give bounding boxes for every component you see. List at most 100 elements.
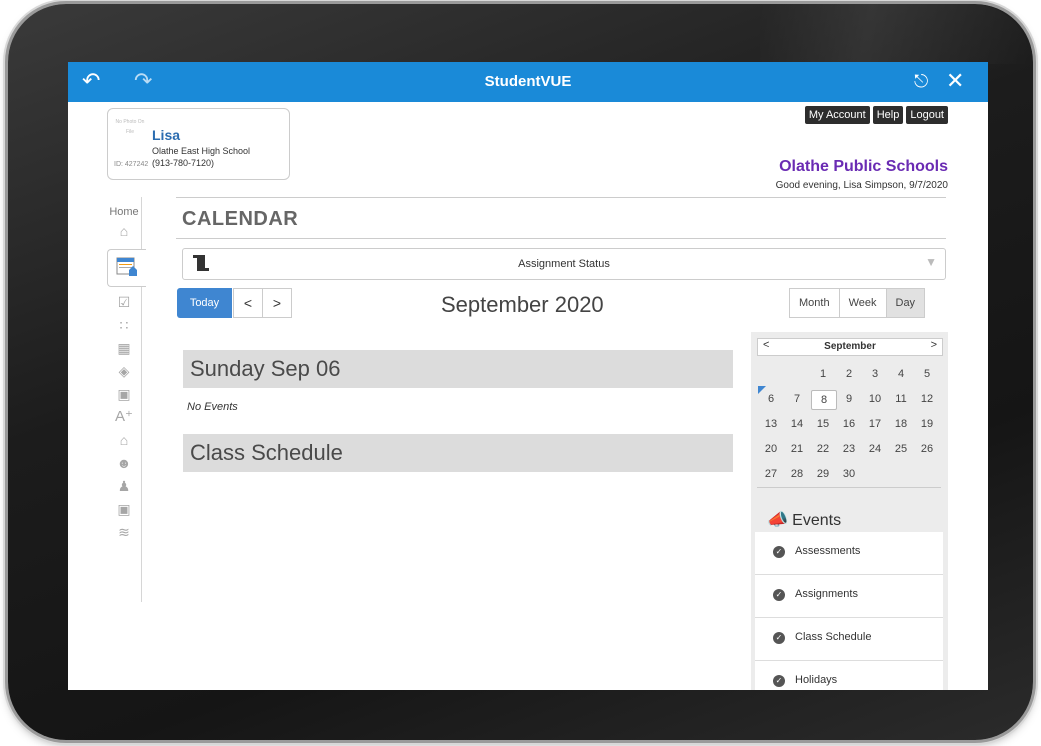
class-schedule-header: Class Schedule	[183, 434, 733, 472]
event-filter-label: Assessments	[795, 545, 861, 557]
lock-icon[interactable]: ▣	[115, 500, 133, 518]
share-icon[interactable]: ⎋	[914, 68, 928, 94]
student-id: ID: 427242	[114, 161, 149, 168]
sidebar-item-calendar[interactable]	[107, 249, 146, 287]
view-switcher: Month Week Day	[789, 288, 926, 318]
assignment-status-label: Assignment Status	[518, 258, 610, 270]
header-divider	[176, 197, 946, 198]
school-name: Olathe East High School	[152, 146, 251, 156]
view-month-button[interactable]: Month	[789, 288, 840, 318]
title-divider	[176, 238, 946, 239]
event-filter-label: Assignments	[795, 588, 858, 600]
view-day-button[interactable]: Day	[885, 288, 926, 318]
contacts-icon[interactable]: ♟	[115, 477, 133, 495]
mini-calendar-day[interactable]: 19	[915, 415, 939, 433]
mini-calendar-grid: 1 2 3 4 5 6 7 8 9 10 11 12 13 14 15 16 17 18 19 20 21 22 23 24 2…	[757, 359, 941, 488]
event-filter-item[interactable]: ✓ Assessments	[755, 532, 943, 575]
mini-calendar-day[interactable]: 1	[811, 365, 835, 383]
selected-day-flag	[758, 386, 766, 394]
mini-calendar-day[interactable]: 23	[837, 440, 861, 458]
app-title: StudentVUE	[484, 73, 572, 90]
help-button[interactable]: Help	[872, 106, 904, 124]
district-name: Olathe Public Schools	[779, 158, 948, 175]
grade-book-icon[interactable]: ▣	[115, 385, 133, 403]
mini-calendar-day[interactable]: 22	[811, 440, 835, 458]
month-title: September 2020	[441, 292, 604, 317]
close-icon[interactable]: ✕	[946, 68, 964, 94]
checklist-icon[interactable]: ☑	[115, 293, 133, 311]
mini-calendar-day[interactable]: 29	[811, 465, 835, 483]
mini-calendar-day[interactable]: 21	[785, 440, 809, 458]
mini-calendar-day[interactable]: 27	[759, 465, 783, 483]
day-heading: Sunday Sep 06	[190, 356, 341, 381]
test-history-icon[interactable]: ≋	[115, 523, 133, 541]
class-schedule-icon[interactable]: ▦	[115, 339, 133, 357]
account-buttons: My Account Help Logout	[804, 106, 948, 124]
mini-calendar-day[interactable]: 4	[889, 365, 913, 383]
mini-calendar-day[interactable]: 26	[915, 440, 939, 458]
check-icon[interactable]: ✓	[773, 632, 785, 644]
day-header: Sunday Sep 06	[183, 350, 733, 388]
event-filter-item[interactable]: ✓ Assignments	[755, 575, 943, 618]
mini-calendar-day[interactable]: 8	[811, 390, 837, 410]
attendance-icon[interactable]: ∷	[115, 316, 133, 334]
assignment-status-bar[interactable]: Assignment Status ▼	[182, 248, 946, 280]
today-button[interactable]: Today	[177, 288, 232, 318]
profile-photo-placeholder: No Photo On File	[115, 119, 145, 135]
mini-calendar-day[interactable]: 2	[837, 365, 861, 383]
right-pane: < September > 1 2 3 4 5 6 7 8 9 10 11 12 13 14 15 16 17 1…	[751, 332, 948, 690]
mini-calendar-day[interactable]: 20	[759, 440, 783, 458]
mini-month-label: September	[824, 341, 876, 352]
mini-calendar-day[interactable]: 12	[915, 390, 939, 408]
profile-card[interactable]: No Photo On File Lisa Olathe East High S…	[107, 108, 290, 180]
mini-calendar-day[interactable]: 15	[811, 415, 835, 433]
check-icon[interactable]: ✓	[773, 675, 785, 687]
events-heading-label: Events	[792, 512, 842, 529]
mini-calendar-day[interactable]: 25	[889, 440, 913, 458]
event-filter-label: Class Schedule	[795, 631, 872, 643]
check-icon[interactable]: ✓	[773, 589, 785, 601]
app-screen: ↶ ↷ StudentVUE ⎋ ✕ No Photo On File Lisa…	[68, 62, 988, 690]
mini-calendar-day[interactable]: 5	[915, 365, 939, 383]
event-filter-item[interactable]: ✓ Holidays	[755, 661, 943, 690]
mini-calendar-day[interactable]: 9	[837, 390, 861, 408]
mini-calendar-day[interactable]: 13	[759, 415, 783, 433]
event-filter-label: Holidays	[795, 674, 838, 686]
top-bar: ↶ ↷ StudentVUE ⎋ ✕	[68, 62, 988, 102]
course-history-icon[interactable]: ◈	[115, 362, 133, 380]
mini-calendar-day[interactable]: 3	[863, 365, 887, 383]
class-schedule-heading: Class Schedule	[190, 440, 343, 465]
sidebar-item-home-label[interactable]: Home	[107, 206, 141, 218]
mini-calendar-day[interactable]: 7	[785, 390, 809, 408]
megaphone-icon: 📣	[767, 510, 789, 529]
page-title: CALENDAR	[182, 208, 299, 230]
sidebar-nav: Home ⌂ ☑ ∷ ▦ ◈ ▣ A⁺ ⌂ ☻ ♟ ▣ ≋	[107, 197, 146, 602]
mini-calendar-day[interactable]: 11	[889, 390, 913, 408]
report-card-icon[interactable]: A⁺	[115, 408, 133, 426]
next-button[interactable]: >	[262, 288, 292, 318]
mini-calendar-day[interactable]: 17	[863, 415, 887, 433]
student-name: Lisa	[152, 127, 181, 143]
check-icon[interactable]: ✓	[773, 546, 785, 558]
view-week-button[interactable]: Week	[838, 288, 887, 318]
school-phone: (913-780-7120)	[152, 158, 215, 168]
student-info-icon[interactable]: ☻	[115, 454, 133, 472]
mini-calendar-day[interactable]: 30	[837, 465, 861, 483]
event-filter-item[interactable]: ✓ Class Schedule	[755, 618, 943, 661]
no-events-text: No Events	[187, 401, 238, 413]
home-icon[interactable]: ⌂	[115, 222, 133, 240]
prev-button[interactable]: <	[233, 288, 263, 318]
mini-calendar-day[interactable]: 24	[863, 440, 887, 458]
mini-calendar-day[interactable]: 18	[889, 415, 913, 433]
mini-next-button[interactable]: >	[931, 339, 937, 351]
mini-calendar-day[interactable]: 16	[837, 415, 861, 433]
mini-calendar-day[interactable]: 10	[863, 390, 887, 408]
mini-calendar-day[interactable]: 14	[785, 415, 809, 433]
school-info-icon[interactable]: ⌂	[115, 431, 133, 449]
mini-calendar-day[interactable]: 28	[785, 465, 809, 483]
greeting-text: Good evening, Lisa Simpson, 9/7/2020	[775, 180, 948, 191]
calendar-icon	[116, 257, 137, 276]
logout-button[interactable]: Logout	[906, 106, 948, 124]
filter-icon[interactable]: ▼	[925, 255, 937, 269]
my-account-button[interactable]: My Account	[804, 106, 870, 124]
